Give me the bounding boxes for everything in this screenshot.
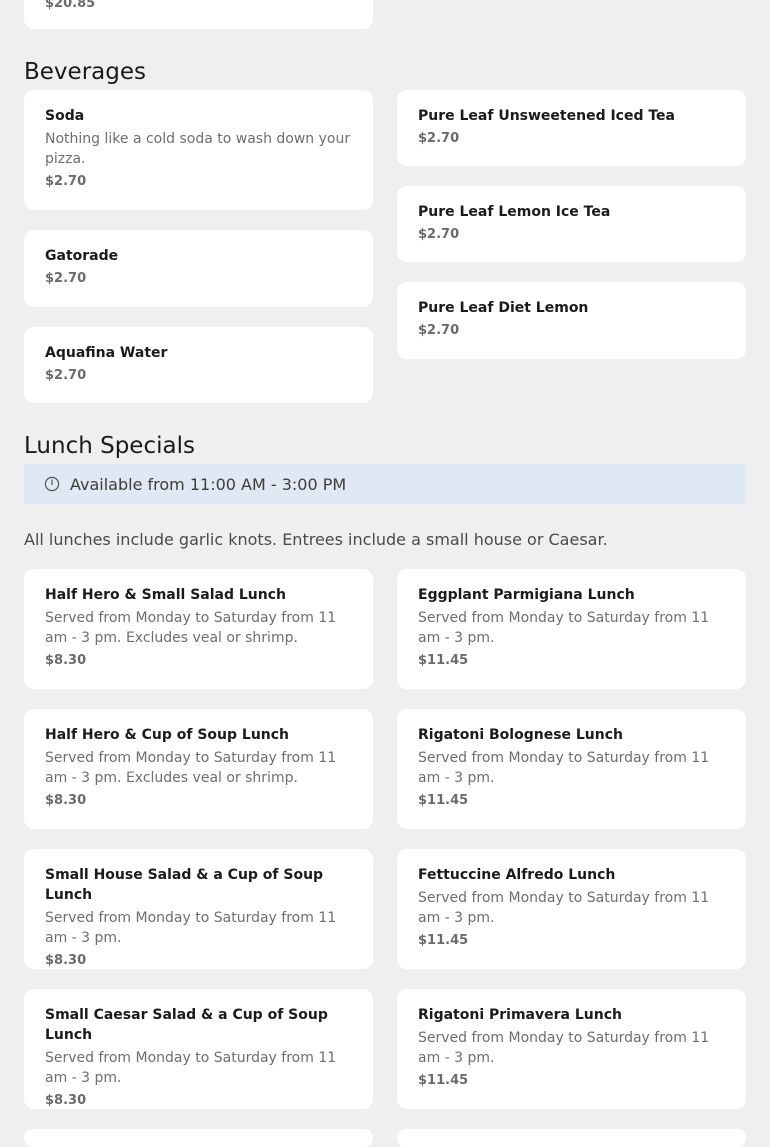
menu-item-description: Served from Monday to Saturday from 11 a… bbox=[418, 610, 710, 646]
menu-item-name: Pure Leaf Diet Lemon bbox=[418, 300, 589, 316]
menu-item-card[interactable]: Small House Salad & a Cup of Soup Lunch … bbox=[24, 849, 373, 969]
menu-item-price: $20.85 bbox=[45, 0, 96, 11]
menu-item-name: Fettuccine Alfredo Lunch bbox=[418, 867, 616, 883]
menu-item-price: $8.30 bbox=[45, 653, 87, 668]
menu-item-price: $2.70 bbox=[45, 368, 87, 383]
menu-item-card[interactable]: Small Caesar Salad & a Cup of Soup Lunch… bbox=[24, 989, 373, 1109]
menu-item-description: Served from Monday to Saturday from 11 a… bbox=[45, 610, 337, 646]
menu-item-card[interactable]: Half Hero & Cup of Soup Lunch Served fro… bbox=[24, 709, 373, 829]
menu-item-price: $8.30 bbox=[45, 953, 87, 968]
menu-item-name: Small Caesar Salad & a Cup of Soup Lunch bbox=[45, 1007, 328, 1043]
availability-text: Available from 11:00 AM - 3:00 PM bbox=[70, 474, 347, 494]
menu-item-description: Served from Monday to Saturday from 11 a… bbox=[418, 750, 710, 786]
menu-item-card[interactable]: Aquafina Water $2.70 bbox=[24, 327, 373, 403]
menu-item-card[interactable]: Rigatoni Bolognese Lunch Served from Mon… bbox=[397, 709, 746, 829]
menu-item-price: $8.30 bbox=[45, 793, 87, 808]
menu-item-name: Rigatoni Bolognese Lunch bbox=[418, 727, 624, 743]
menu-item-card[interactable]: Eggplant Parmigiana Lunch Served from Mo… bbox=[397, 569, 746, 689]
menu-item-price: $2.70 bbox=[418, 323, 460, 338]
menu-item-name: Rigatoni Primavera Lunch bbox=[418, 1007, 622, 1023]
menu-item-card[interactable]: Pure Leaf Diet Lemon $2.70 bbox=[397, 282, 746, 359]
menu-item-price: $2.70 bbox=[45, 174, 87, 189]
menu-item-card[interactable]: Half Hero & Small Salad Lunch Served fro… bbox=[24, 569, 373, 689]
menu-item-name: Gatorade bbox=[45, 248, 119, 264]
menu-item-card-partial[interactable] bbox=[24, 1129, 373, 1147]
section-note: All lunches include garlic knots. Entree… bbox=[24, 530, 608, 549]
menu-item-price: $11.45 bbox=[418, 653, 469, 668]
menu-item-price: $11.45 bbox=[418, 933, 469, 948]
menu-item-description: Served from Monday to Saturday from 11 a… bbox=[45, 750, 337, 786]
menu-item-name: Half Hero & Cup of Soup Lunch bbox=[45, 727, 290, 743]
menu-item-name: Soda bbox=[45, 108, 85, 124]
menu-item-card[interactable]: Soda Nothing like a cold soda to wash do… bbox=[24, 90, 373, 210]
menu-item-name: Small House Salad & a Cup of Soup Lunch bbox=[45, 867, 324, 903]
availability-banner: Available from 11:00 AM - 3:00 PM bbox=[24, 464, 746, 504]
menu-item-price: $2.70 bbox=[418, 131, 460, 146]
menu-item-description: Served from Monday to Saturday from 11 a… bbox=[418, 1030, 710, 1066]
clock-icon bbox=[44, 476, 60, 492]
menu-item-price: $2.70 bbox=[45, 271, 87, 286]
menu-item-description: Served from Monday to Saturday from 11 a… bbox=[418, 890, 710, 926]
menu-item-card-partial[interactable] bbox=[397, 1129, 746, 1147]
menu-item-card[interactable]: Pure Leaf Lemon Ice Tea $2.70 bbox=[397, 186, 746, 262]
menu-item-card[interactable]: Pure Leaf Unsweetened Iced Tea $2.70 bbox=[397, 90, 746, 166]
menu-item-card[interactable]: Gatorade $2.70 bbox=[24, 230, 373, 307]
menu-item-card[interactable]: Fettuccine Alfredo Lunch Served from Mon… bbox=[397, 849, 746, 969]
menu-item-price: $11.45 bbox=[418, 793, 469, 808]
section-title-beverages: Beverages bbox=[24, 59, 146, 85]
menu-item-card[interactable]: Rigatoni Primavera Lunch Served from Mon… bbox=[397, 989, 746, 1109]
menu-item-card-partial[interactable]: $20.85 bbox=[24, 0, 373, 29]
menu-item-description: Served from Monday to Saturday from 11 a… bbox=[45, 910, 337, 946]
menu-item-name: Aquafina Water bbox=[45, 345, 168, 361]
menu-item-description: Nothing like a cold soda to wash down yo… bbox=[45, 131, 351, 167]
menu-item-description: Served from Monday to Saturday from 11 a… bbox=[45, 1050, 337, 1086]
menu-item-name: Half Hero & Small Salad Lunch bbox=[45, 587, 287, 603]
menu-item-name: Eggplant Parmigiana Lunch bbox=[418, 587, 635, 603]
menu-item-price: $11.45 bbox=[418, 1073, 469, 1088]
menu-page: $20.85 Beverages Soda Nothing like a col… bbox=[0, 0, 770, 1147]
section-title-lunch-specials: Lunch Specials bbox=[24, 433, 195, 459]
menu-item-price: $2.70 bbox=[418, 227, 460, 242]
menu-item-name: Pure Leaf Unsweetened Iced Tea bbox=[418, 108, 675, 124]
menu-item-name: Pure Leaf Lemon Ice Tea bbox=[418, 204, 611, 220]
menu-item-price: $8.30 bbox=[45, 1093, 87, 1108]
